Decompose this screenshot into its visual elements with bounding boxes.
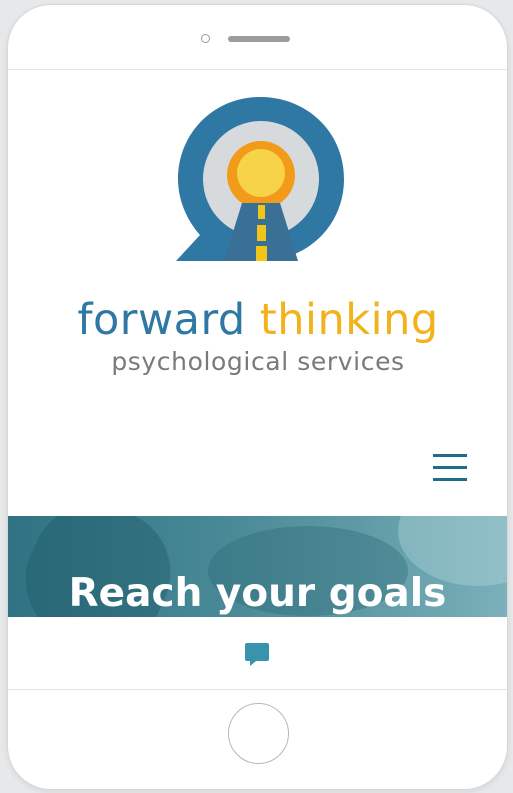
brand-word-forward: forward <box>77 295 246 345</box>
phone-frame: forward thinking psychological services … <box>7 4 508 790</box>
menu-bar-bottom <box>433 478 467 481</box>
camera-icon <box>201 34 210 43</box>
hero-title: Reach your goals <box>68 571 447 616</box>
menu-bar-top <box>433 454 467 457</box>
hamburger-menu-icon[interactable] <box>430 450 470 486</box>
phone-top-bezel <box>8 5 507 69</box>
hero-banner: Reach your goals <box>8 516 507 617</box>
chat-bar <box>8 617 507 690</box>
brand-name: forward thinking <box>38 296 478 344</box>
brand-word-thinking: thinking <box>259 295 439 345</box>
speaker-grille <box>228 36 290 42</box>
menu-bar-middle <box>433 466 467 469</box>
phone-bottom-bezel <box>8 689 507 789</box>
road-to-sun-speech-bubble-icon[interactable] <box>172 93 348 269</box>
brand-tagline: psychological services <box>111 347 405 376</box>
screen: forward thinking psychological services … <box>8 69 507 690</box>
chat-bubble-icon[interactable] <box>244 641 270 667</box>
brand-wordmark[interactable]: forward thinking psychological services <box>38 296 478 378</box>
home-button[interactable] <box>228 703 289 764</box>
